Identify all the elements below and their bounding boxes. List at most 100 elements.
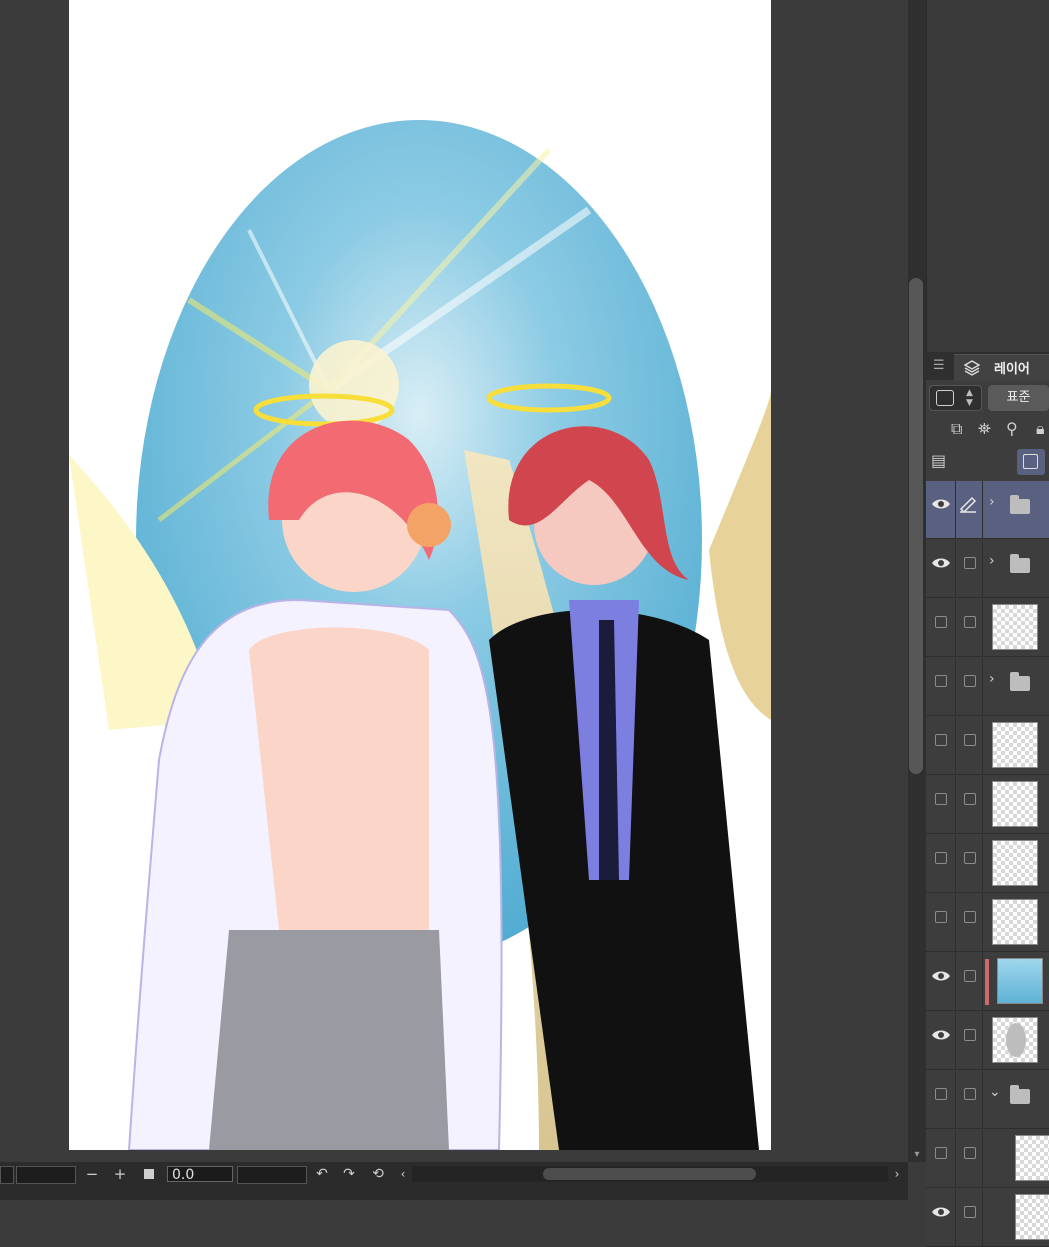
layer-lock-cell[interactable] — [957, 953, 983, 1011]
chevron-right-icon[interactable]: › — [989, 671, 995, 687]
eye-icon[interactable] — [931, 1028, 951, 1042]
folder-icon — [1010, 672, 1030, 691]
chevron-right-icon[interactable]: › — [890, 1163, 904, 1185]
layer-lock-cell[interactable] — [957, 1071, 983, 1129]
layer-visibility-cell[interactable] — [926, 835, 956, 893]
eye-icon[interactable] — [931, 556, 951, 570]
layers-icon — [963, 359, 981, 377]
new-layer-icon — [1023, 454, 1038, 469]
visibility-checkbox[interactable] — [935, 734, 947, 746]
layer-thumbnail — [992, 781, 1038, 827]
panel-upper-area — [926, 0, 1049, 352]
artwork — [69, 120, 771, 1150]
visibility-checkbox[interactable] — [935, 675, 947, 687]
chevron-right-icon[interactable]: › — [989, 553, 995, 569]
pen-icon[interactable] — [958, 495, 978, 514]
chevron-left-icon[interactable]: ‹ — [396, 1163, 410, 1185]
new-layer-button[interactable] — [1017, 449, 1045, 475]
mask-shape — [1006, 1023, 1026, 1057]
lock-icon[interactable]: 🔒︎ — [1036, 419, 1045, 439]
layer-lock-cell[interactable] — [957, 835, 983, 893]
layer-lock-cell[interactable] — [957, 658, 983, 716]
lock-checkbox[interactable] — [964, 1088, 976, 1100]
expression-color-select[interactable]: ▲ ▼ — [929, 385, 982, 411]
layer-lock-cell[interactable] — [957, 1189, 983, 1247]
torso — [249, 627, 429, 930]
color-mode-icon — [936, 390, 954, 406]
layer-color-tag — [985, 959, 989, 1005]
layer-lock-cell[interactable] — [957, 776, 983, 834]
zoom-in-button[interactable]: + — [112, 1163, 128, 1185]
visibility-checkbox[interactable] — [935, 616, 947, 628]
layer-lock-cell[interactable] — [957, 894, 983, 952]
folder-icon — [1010, 495, 1030, 514]
layer-thumbnail — [992, 1017, 1038, 1063]
layer-lock-cell[interactable] — [957, 1130, 983, 1188]
lock-checkbox[interactable] — [964, 675, 976, 687]
layer-thumbnail — [992, 899, 1038, 945]
eye-icon[interactable] — [931, 969, 951, 983]
layer-thumbnail — [992, 604, 1038, 650]
lock-checkbox[interactable] — [964, 793, 976, 805]
wing-right-far — [709, 390, 771, 720]
lock-checkbox[interactable] — [964, 970, 976, 982]
layer-visibility-cell[interactable] — [926, 658, 956, 716]
zoom-out-button[interactable]: − — [84, 1163, 100, 1185]
visibility-checkbox[interactable] — [935, 911, 947, 923]
clip-layer-icon[interactable]: ⧉ — [951, 419, 962, 439]
scroll-down-icon[interactable]: ▾ — [908, 1148, 926, 1162]
layer-visibility-cell[interactable] — [926, 894, 956, 952]
lock-checkbox[interactable] — [964, 616, 976, 628]
layer-visibility-cell[interactable] — [926, 717, 956, 775]
lock-checkbox[interactable] — [964, 1206, 976, 1218]
reset-rotation-icon[interactable]: ⟲ — [369, 1163, 387, 1185]
layer-lock-cell[interactable] — [957, 599, 983, 657]
seashell — [407, 503, 451, 547]
blend-mode-select[interactable]: 표준 — [988, 385, 1049, 411]
layer-thumbnail — [1015, 1194, 1049, 1240]
vertical-scroll-thumb[interactable] — [909, 278, 923, 774]
layer-thumbnail — [992, 840, 1038, 886]
layer-visibility-cell[interactable] — [926, 599, 956, 657]
layer-lock-cell[interactable] — [957, 1012, 983, 1070]
layer-thumbnail — [992, 722, 1038, 768]
visibility-checkbox[interactable] — [935, 793, 947, 805]
layer-thumbnail — [997, 958, 1043, 1004]
lock-checkbox[interactable] — [964, 1029, 976, 1041]
eye-icon[interactable] — [931, 1205, 951, 1219]
reference-layer-icon[interactable]: ⛯ — [978, 419, 991, 439]
rotation-slider[interactable] — [237, 1166, 307, 1184]
undo-icon[interactable]: ↶ — [313, 1163, 331, 1185]
navigator-field[interactable] — [16, 1166, 76, 1184]
layer-visibility-cell[interactable] — [926, 1130, 956, 1188]
stepper-icon[interactable]: ▲ ▼ — [966, 388, 973, 408]
eye-icon[interactable] — [931, 497, 951, 511]
field-left-stub[interactable] — [0, 1166, 14, 1184]
lock-checkbox[interactable] — [964, 734, 976, 746]
redo-icon[interactable]: ↷ — [340, 1163, 358, 1185]
lock-checkbox[interactable] — [964, 852, 976, 864]
visibility-checkbox[interactable] — [935, 1147, 947, 1159]
horizontal-scroll-thumb[interactable] — [543, 1168, 756, 1180]
folder-icon — [1010, 1085, 1030, 1104]
fit-square-icon[interactable] — [144, 1169, 154, 1179]
rotation-value-field[interactable]: 0.0 — [167, 1166, 233, 1183]
tab-layer-label: 레이어 — [994, 362, 1030, 377]
lock-checkbox[interactable] — [964, 1147, 976, 1159]
menu-icon[interactable]: ☰ — [933, 358, 945, 373]
lock-transparency-icon[interactable]: ⚲ — [1006, 419, 1018, 438]
visibility-checkbox[interactable] — [935, 852, 947, 864]
layer-visibility-cell[interactable] — [926, 1071, 956, 1129]
layer-property-icon[interactable]: ▤ — [931, 451, 946, 470]
lock-checkbox[interactable] — [964, 557, 976, 569]
chevron-down-icon[interactable]: ⌄ — [989, 1084, 1001, 1100]
folder-icon — [1010, 554, 1030, 573]
layer-lock-cell[interactable] — [957, 540, 983, 598]
drawing-canvas[interactable] — [69, 0, 771, 1150]
layer-lock-cell[interactable] — [957, 717, 983, 775]
visibility-checkbox[interactable] — [935, 1088, 947, 1100]
chevron-right-icon[interactable]: › — [989, 494, 995, 510]
lock-checkbox[interactable] — [964, 911, 976, 923]
layer-visibility-cell[interactable] — [926, 776, 956, 834]
layer-thumbnail — [1015, 1135, 1049, 1181]
